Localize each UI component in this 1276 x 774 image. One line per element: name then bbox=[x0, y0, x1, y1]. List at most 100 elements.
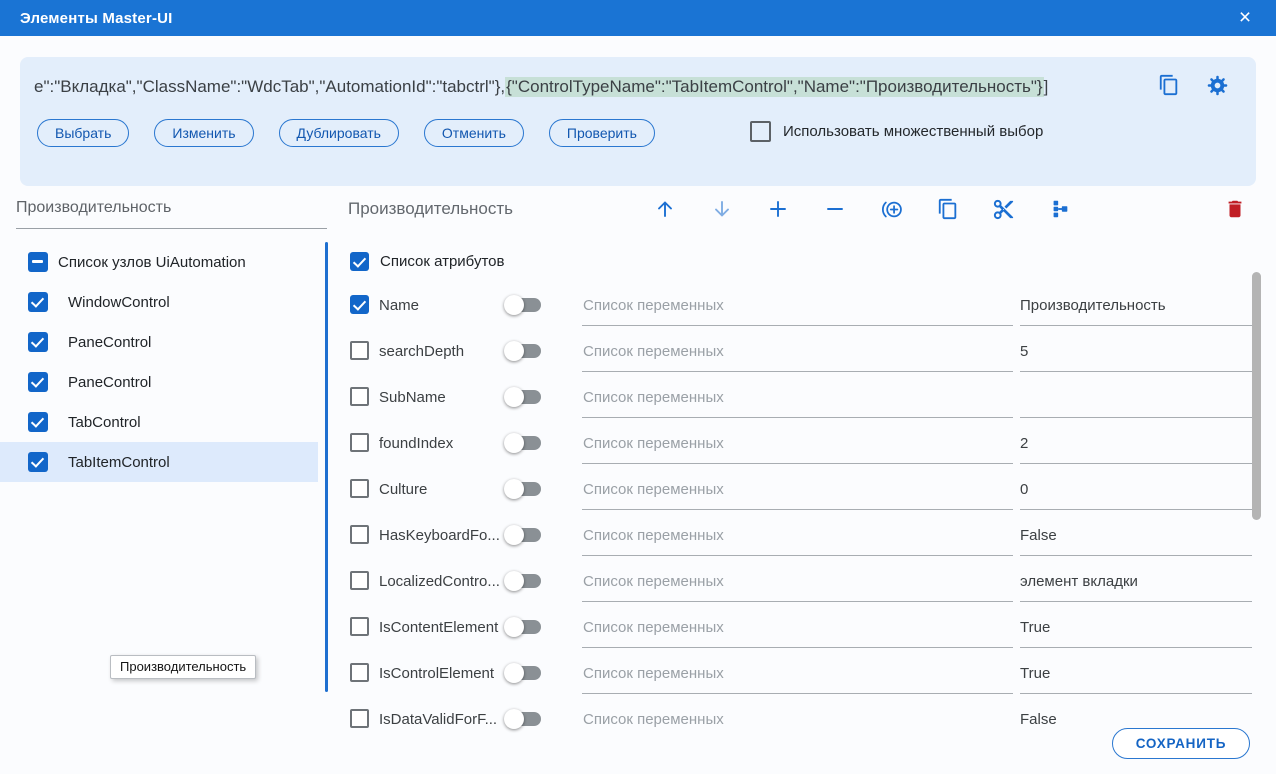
title-bar: Элементы Master-UI × bbox=[0, 0, 1276, 36]
selector-text-before: e":"Вкладка","ClassName":"WdcTab","Autom… bbox=[34, 77, 505, 96]
select-button[interactable]: Выбрать bbox=[37, 119, 129, 147]
attribute-checkbox[interactable] bbox=[350, 433, 369, 452]
checkbox-checked-icon[interactable] bbox=[28, 372, 48, 392]
toggle-switch[interactable] bbox=[504, 295, 544, 315]
toggle-switch[interactable] bbox=[504, 387, 544, 407]
value-input[interactable]: 5 bbox=[1020, 343, 1028, 360]
multiselect-checkbox[interactable] bbox=[750, 121, 771, 142]
checkbox-checked-icon[interactable] bbox=[28, 292, 48, 312]
remove-button[interactable] bbox=[822, 196, 848, 222]
tree-item-label: PaneControl bbox=[68, 334, 151, 351]
attribute-row: SubNameСписок переменных bbox=[348, 374, 1276, 420]
variables-input[interactable]: Список переменных bbox=[583, 619, 724, 636]
value-input[interactable]: Производительность bbox=[1020, 297, 1166, 314]
value-input[interactable]: True bbox=[1020, 665, 1050, 682]
attribute-name: searchDepth bbox=[379, 343, 501, 360]
attributes-header-checkbox[interactable] bbox=[350, 252, 369, 271]
variables-input[interactable]: Список переменных bbox=[583, 297, 724, 314]
tree-scrollbar[interactable] bbox=[325, 242, 328, 692]
attribute-row: searchDepth Список переменных 5 bbox=[348, 328, 1276, 374]
toggle-switch[interactable] bbox=[504, 433, 544, 453]
arrow-down-icon bbox=[710, 197, 734, 221]
variables-input[interactable]: Список переменных bbox=[583, 573, 724, 590]
attribute-checkbox[interactable] bbox=[350, 525, 369, 544]
attributes-header-row: Список атрибутов bbox=[350, 252, 504, 271]
variables-underline bbox=[582, 555, 1013, 556]
variables-input[interactable]: Список переменных bbox=[583, 481, 724, 498]
attributes-list: Список атрибутов Name Список переменных Пр… bbox=[348, 244, 1276, 737]
value-input[interactable]: False bbox=[1020, 711, 1057, 728]
attribute-checkbox[interactable] bbox=[350, 617, 369, 636]
toggle-switch[interactable] bbox=[504, 709, 544, 729]
edit-button[interactable]: Изменить bbox=[154, 119, 253, 147]
attribute-checkbox[interactable] bbox=[350, 479, 369, 498]
tree-item[interactable]: WindowControl bbox=[0, 282, 318, 322]
toggle-switch[interactable] bbox=[504, 479, 544, 499]
copy-selector-button[interactable] bbox=[1158, 74, 1182, 98]
variables-input[interactable]: Список переменных bbox=[583, 665, 724, 682]
tree-item[interactable]: Список узлов UiAutomation bbox=[0, 242, 318, 282]
attribute-checkbox[interactable] bbox=[350, 663, 369, 682]
checkbox-checked-icon[interactable] bbox=[28, 332, 48, 352]
toggle-switch[interactable] bbox=[504, 571, 544, 591]
checkbox-indeterminate-icon[interactable] bbox=[28, 252, 48, 272]
value-input[interactable]: 0 bbox=[1020, 481, 1028, 498]
toggle-switch[interactable] bbox=[504, 341, 544, 361]
attribute-name: LocalizedContro... bbox=[379, 573, 501, 590]
copy-node-button[interactable] bbox=[935, 196, 961, 222]
scissors-icon bbox=[992, 198, 1015, 221]
attribute-checkbox[interactable] bbox=[350, 387, 369, 406]
value-input[interactable]: 2 bbox=[1020, 435, 1028, 452]
attribute-name: Name bbox=[379, 297, 501, 314]
multiselect-option[interactable]: Использовать множественный выбор bbox=[750, 121, 1043, 142]
cut-node-button[interactable] bbox=[990, 196, 1016, 222]
tree-item[interactable]: TabItemControl bbox=[0, 442, 318, 482]
multiselect-label: Использовать множественный выбор bbox=[783, 123, 1043, 140]
attribute-row: IsControlElement Список переменных True bbox=[348, 650, 1276, 696]
move-down-button[interactable] bbox=[709, 196, 735, 222]
variables-input[interactable]: Список переменных bbox=[583, 527, 724, 544]
variables-underline bbox=[582, 463, 1013, 464]
value-underline bbox=[1020, 371, 1252, 372]
attributes-scrollbar[interactable] bbox=[1252, 272, 1261, 520]
attribute-checkbox[interactable] bbox=[350, 341, 369, 360]
toggle-knob bbox=[504, 571, 524, 591]
attribute-checkbox[interactable] bbox=[350, 295, 369, 314]
cancel-button[interactable]: Отменить bbox=[424, 119, 524, 147]
value-input[interactable]: False bbox=[1020, 527, 1057, 544]
move-up-button[interactable] bbox=[652, 196, 678, 222]
toggle-switch[interactable] bbox=[504, 617, 544, 637]
checkbox-checked-icon[interactable] bbox=[28, 412, 48, 432]
toggle-switch[interactable] bbox=[504, 663, 544, 683]
value-input[interactable]: True bbox=[1020, 619, 1050, 636]
attribute-name: IsControlElement bbox=[379, 665, 501, 682]
duplicate-button[interactable]: Дублировать bbox=[279, 119, 399, 147]
value-input[interactable]: элемент вкладки bbox=[1020, 573, 1138, 590]
close-icon[interactable]: × bbox=[1232, 5, 1258, 31]
delete-button[interactable] bbox=[1222, 196, 1248, 222]
add-button[interactable] bbox=[765, 196, 791, 222]
tree-item[interactable]: PaneControl bbox=[0, 362, 318, 402]
save-button[interactable]: СОХРАНИТЬ bbox=[1112, 728, 1250, 759]
value-underline bbox=[1020, 325, 1252, 326]
tree-item[interactable]: TabControl bbox=[0, 402, 318, 442]
selector-input[interactable]: e":"Вкладка","ClassName":"WdcTab","Autom… bbox=[34, 77, 1134, 97]
gear-icon bbox=[1206, 74, 1229, 97]
tree-item[interactable]: PaneControl bbox=[0, 322, 318, 362]
verify-button[interactable]: Проверить bbox=[549, 119, 655, 147]
checkbox-checked-icon[interactable] bbox=[28, 452, 48, 472]
toggle-knob bbox=[504, 387, 524, 407]
attribute-checkbox[interactable] bbox=[350, 709, 369, 728]
variables-input[interactable]: Список переменных bbox=[583, 711, 724, 728]
variables-input[interactable]: Список переменных bbox=[583, 435, 724, 452]
selector-text-after: ] bbox=[1044, 77, 1049, 96]
add-node-button[interactable] bbox=[879, 196, 905, 222]
variables-underline bbox=[582, 371, 1013, 372]
value-underline bbox=[1020, 601, 1252, 602]
variables-input[interactable]: Список переменных bbox=[583, 343, 724, 360]
toggle-switch[interactable] bbox=[504, 525, 544, 545]
tree-view-button[interactable] bbox=[1047, 196, 1073, 222]
variables-input[interactable]: Список переменных bbox=[583, 389, 724, 406]
selector-settings-button[interactable] bbox=[1206, 74, 1230, 98]
attribute-checkbox[interactable] bbox=[350, 571, 369, 590]
